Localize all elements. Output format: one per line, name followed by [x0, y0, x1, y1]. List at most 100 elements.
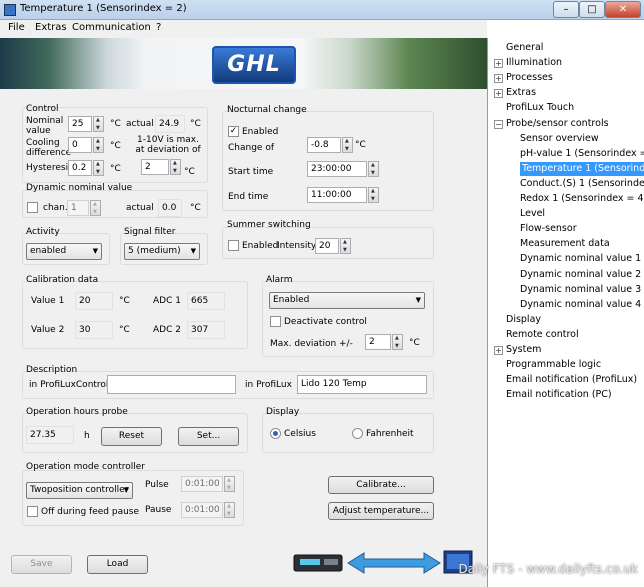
tree-item[interactable]: Dynamic nominal value 2 — [520, 268, 641, 282]
cooling-difference-input[interactable]: 0 — [68, 137, 92, 153]
menu-file[interactable]: File — [8, 22, 25, 33]
end-time-input[interactable]: 11:00:00 — [307, 187, 367, 203]
unit-label: °C — [110, 119, 121, 129]
profilux-control-input[interactable] — [107, 375, 236, 394]
tree-item[interactable]: Dynamic nominal value 4 — [520, 298, 641, 312]
start-time-spinner[interactable] — [368, 161, 379, 177]
tree-item[interactable]: Measurement data — [520, 237, 610, 251]
close-button[interactable]: ✕ — [605, 1, 641, 18]
start-time-input[interactable]: 23:00:00 — [307, 161, 367, 177]
deviation-spinner[interactable] — [170, 159, 181, 175]
tree-item[interactable]: System — [506, 343, 541, 357]
load-button[interactable]: Load — [87, 555, 148, 574]
tree-item[interactable]: Processes — [506, 71, 553, 85]
adc1-field: 665 — [187, 292, 225, 310]
tree-item[interactable]: Email notification (PC) — [506, 388, 612, 402]
tree-expander-icon[interactable]: + — [494, 89, 503, 99]
display-title: Display — [266, 407, 300, 417]
unit-label: °C — [355, 140, 366, 150]
unit-label: °C — [190, 119, 201, 129]
tree-item[interactable]: pH-value 1 (Sensorindex = 1) — [520, 147, 644, 161]
change-of-spinner[interactable] — [342, 137, 353, 153]
intensity-input[interactable]: 20 — [315, 238, 339, 254]
pulse-label: Pulse — [145, 480, 169, 490]
tree-expander-icon[interactable]: − — [494, 119, 503, 129]
cooling-difference-spinner[interactable] — [93, 137, 104, 153]
max-deviation-input[interactable]: 2 — [365, 334, 391, 350]
pulse-spinner[interactable] — [224, 476, 235, 492]
chan-label: chan. — [43, 203, 68, 213]
tree-item[interactable]: Display — [506, 313, 541, 327]
summer-enabled-checkbox[interactable] — [228, 240, 239, 251]
activity-select[interactable]: enabled — [26, 243, 102, 260]
signal-filter-select[interactable]: 5 (medium) — [124, 243, 200, 260]
tree-item[interactable]: Sensor overview — [520, 132, 599, 146]
deactivate-control-checkbox[interactable] — [270, 316, 281, 327]
controller-mode-select[interactable]: Twoposition controller — [26, 482, 133, 499]
device-transfer-icon — [293, 550, 473, 574]
tree-item[interactable]: Conduct.(S) 1 (Sensorindex = 3) — [520, 177, 644, 191]
change-of-input[interactable]: -0.8 — [307, 137, 341, 153]
celsius-radio[interactable] — [270, 428, 281, 439]
nocturnal-enabled-checkbox[interactable]: ✓ — [228, 126, 239, 137]
max-deviation-spinner[interactable] — [392, 334, 403, 350]
pause-input[interactable]: 0:01:00 — [181, 502, 223, 518]
tree-expander-icon[interactable]: + — [494, 346, 503, 355]
ghl-logo: GHL — [212, 46, 296, 84]
tree-expander-icon[interactable]: + — [494, 74, 503, 84]
unit-label: °C — [184, 167, 195, 177]
hysteresis-spinner[interactable] — [93, 160, 104, 176]
tree-item[interactable]: General — [506, 41, 543, 55]
value1-field: 20 — [75, 292, 113, 310]
tree-item[interactable]: Illumination — [506, 56, 562, 70]
save-button[interactable]: Save — [11, 555, 72, 574]
alarm-mode-select[interactable]: Enabled — [269, 292, 425, 309]
menu-extras[interactable]: Extras — [35, 22, 67, 33]
tree-item[interactable]: Probe/sensor controls — [506, 117, 609, 131]
nominal-value-spinner[interactable] — [93, 116, 104, 132]
tree-item[interactable]: Dynamic nominal value 1 — [520, 252, 641, 266]
tree-item[interactable]: Temperature 1 (Sensorindex = 2) — [520, 161, 644, 176]
menu-communication[interactable]: Communication — [72, 22, 151, 33]
app-icon — [4, 4, 16, 16]
tree-item[interactable]: Extras — [506, 86, 536, 100]
actual-label: actual — [126, 119, 154, 129]
maximize-button[interactable]: □ — [579, 1, 605, 18]
minimize-button[interactable]: – — [553, 1, 579, 18]
nominal-value-input[interactable]: 25 — [68, 116, 92, 132]
calibrate-button[interactable]: Calibrate... — [328, 476, 434, 494]
alarm-title: Alarm — [266, 275, 293, 285]
hours-unit: h — [84, 431, 90, 441]
intensity-spinner[interactable] — [340, 238, 351, 254]
menu-help[interactable]: ? — [156, 22, 161, 33]
hysteresis-input[interactable]: 0.2 — [68, 160, 92, 176]
tree-item[interactable]: Dynamic nominal value 3 — [520, 283, 641, 297]
chan-input[interactable]: 1 — [67, 200, 89, 216]
menu-bar: File Extras Communication ? — [0, 20, 487, 38]
tree-item[interactable]: Programmable logic — [506, 358, 601, 372]
pulse-input[interactable]: 0:01:00 — [181, 476, 223, 492]
tree-expander-icon[interactable]: + — [494, 59, 503, 69]
set-hours-button[interactable]: Set... — [178, 427, 239, 446]
off-during-feed-pause-checkbox[interactable] — [27, 506, 38, 517]
tree-item[interactable]: Remote control — [506, 328, 579, 342]
end-time-spinner[interactable] — [368, 187, 379, 203]
settings-panel: Control Nominal value 25 °C actual 24.9 … — [0, 89, 487, 587]
deviation-input[interactable]: 2 — [141, 159, 169, 175]
dynamic-chan-checkbox[interactable] — [27, 202, 38, 213]
profilux-name-input[interactable]: Lido 120 Temp — [297, 375, 427, 394]
adjust-temperature-button[interactable]: Adjust temperature... — [328, 502, 434, 520]
tree-item[interactable]: Level — [520, 207, 545, 221]
dynamic-actual-value: 0.0 — [158, 199, 182, 217]
reset-button[interactable]: Reset — [101, 427, 162, 446]
tree-item[interactable]: Flow-sensor — [520, 222, 577, 236]
intensity-label: Intensity — [277, 241, 317, 251]
end-time-label: End time — [228, 192, 269, 202]
tree-item[interactable]: ProfiLux Touch — [506, 101, 574, 115]
chan-spinner[interactable] — [90, 200, 101, 216]
tree-item[interactable]: Redox 1 (Sensorindex = 4) — [520, 192, 644, 206]
actual-temperature-value: 24.9 — [155, 115, 185, 133]
pause-spinner[interactable] — [224, 502, 235, 518]
tree-item[interactable]: Email notification (ProfiLux) — [506, 373, 637, 387]
fahrenheit-radio[interactable] — [352, 428, 363, 439]
